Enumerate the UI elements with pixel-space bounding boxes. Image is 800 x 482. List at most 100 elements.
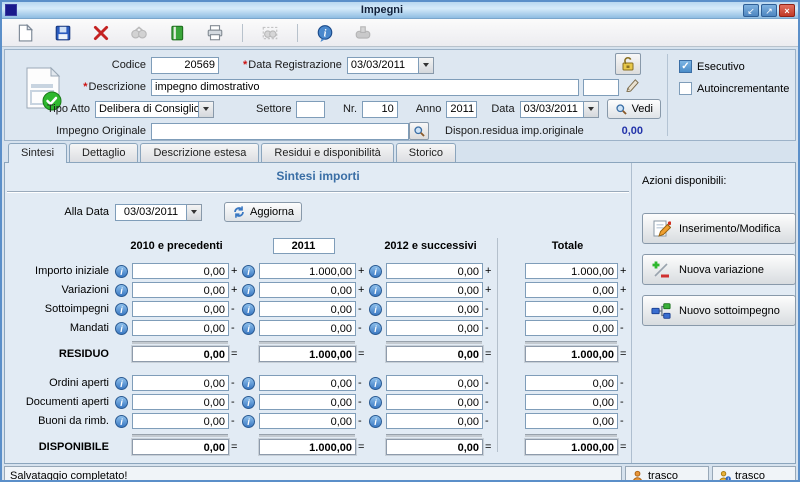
amount-field[interactable]: 1.000,00	[525, 263, 618, 279]
delete-icon[interactable]	[90, 22, 112, 44]
amount-field[interactable]: 1.000,00	[525, 346, 618, 362]
settore-input[interactable]	[296, 101, 324, 118]
descrizione-input[interactable]: impegno dimostrativo	[151, 79, 579, 96]
info-icon[interactable]: i	[369, 284, 382, 297]
amount-field[interactable]: 0,00	[132, 301, 229, 317]
inserimento-modifica-button[interactable]: Inserimento/Modifica	[642, 213, 796, 244]
tipo-atto-dropdown-icon[interactable]	[199, 101, 214, 118]
info-icon[interactable]: i	[242, 303, 255, 316]
aggiorna-button[interactable]: Aggiorna	[224, 202, 302, 222]
save-icon[interactable]	[52, 22, 74, 44]
esecutivo-checkbox[interactable]: Esecutivo	[679, 60, 789, 73]
dictionary-icon[interactable]	[625, 77, 640, 97]
amount-field[interactable]: 0,00	[132, 346, 229, 362]
info-icon[interactable]: i	[242, 415, 255, 428]
minimize-button[interactable]: ↙	[743, 4, 759, 17]
amount-field[interactable]: 0,00	[132, 375, 229, 391]
search-icon[interactable]	[128, 22, 150, 44]
amount-field[interactable]: 0,00	[386, 394, 483, 410]
impegno-search-icon[interactable]	[409, 122, 429, 140]
archive-icon[interactable]	[166, 22, 188, 44]
info-icon[interactable]: i	[369, 322, 382, 335]
info-icon[interactable]: i	[115, 322, 128, 335]
tab-descrizione-estesa[interactable]: Descrizione estesa	[140, 143, 259, 162]
amount-field[interactable]: 0,00	[259, 301, 356, 317]
amount-field[interactable]: 1.000,00	[259, 346, 356, 362]
amount-field[interactable]: 0,00	[259, 413, 356, 429]
tab-residui-e-disponibilit-[interactable]: Residui e disponibilità	[261, 143, 393, 162]
amount-field[interactable]: 0,00	[386, 346, 483, 362]
info-icon[interactable]: i	[115, 265, 128, 278]
amount-field[interactable]: 0,00	[386, 282, 483, 298]
tab-sintesi[interactable]: Sintesi	[8, 143, 67, 163]
amount-field[interactable]: 0,00	[259, 394, 356, 410]
amount-field[interactable]: 0,00	[525, 301, 618, 317]
amount-field[interactable]: 1.000,00	[259, 439, 356, 455]
select-search-icon[interactable]	[259, 22, 281, 44]
info-icon[interactable]: i	[314, 22, 336, 44]
info-icon[interactable]: i	[369, 415, 382, 428]
info-icon[interactable]: i	[115, 284, 128, 297]
vedi-button[interactable]: Vedi	[607, 99, 661, 119]
lock-button[interactable]	[615, 53, 641, 75]
amount-field[interactable]: 0,00	[386, 263, 483, 279]
amount-field[interactable]: 0,00	[132, 263, 229, 279]
info-icon[interactable]: i	[242, 396, 255, 409]
checkbox-icon[interactable]	[679, 60, 692, 73]
amount-field[interactable]: 0,00	[386, 413, 483, 429]
descrizione-extra-input[interactable]	[583, 79, 619, 96]
amount-field[interactable]: 1.000,00	[525, 439, 618, 455]
nuova-variazione-button[interactable]: Nuova variazione	[642, 254, 796, 285]
data-registrazione-input[interactable]: 03/03/2011	[347, 57, 419, 74]
amount-field[interactable]: 0,00	[386, 439, 483, 455]
anno-input[interactable]: 2011	[446, 101, 477, 118]
nr-input[interactable]: 10	[362, 101, 398, 118]
tab-dettaglio[interactable]: Dettaglio	[69, 143, 138, 162]
data-atto-input[interactable]: 03/03/2011	[520, 101, 584, 118]
info-icon[interactable]: i	[369, 377, 382, 390]
impegno-originale-input[interactable]	[151, 123, 409, 140]
print-icon[interactable]	[204, 22, 226, 44]
amount-field[interactable]: 0,00	[259, 375, 356, 391]
amount-field[interactable]: 0,00	[525, 413, 618, 429]
amount-field[interactable]: 0,00	[259, 282, 356, 298]
info-icon[interactable]: i	[115, 303, 128, 316]
info-icon[interactable]: i	[115, 377, 128, 390]
amount-field[interactable]: 0,00	[259, 320, 356, 336]
amount-field[interactable]: 0,00	[132, 413, 229, 429]
amount-field[interactable]: 0,00	[525, 282, 618, 298]
amount-field[interactable]: 0,00	[132, 439, 229, 455]
maximize-button[interactable]: ↗	[761, 4, 777, 17]
data-registrazione-dropdown-icon[interactable]	[419, 57, 434, 74]
info-icon[interactable]: i	[369, 265, 382, 278]
amount-field[interactable]: 0,00	[386, 320, 483, 336]
amount-field[interactable]: 0,00	[132, 394, 229, 410]
codice-input[interactable]: 20569	[151, 57, 219, 74]
amount-field[interactable]: 0,00	[132, 282, 229, 298]
close-button[interactable]: ×	[779, 4, 795, 17]
info-icon[interactable]: i	[115, 415, 128, 428]
autoincrementante-checkbox[interactable]: Autoincrementante	[679, 82, 789, 95]
tools-icon[interactable]	[352, 22, 374, 44]
data-atto-dropdown-icon[interactable]	[584, 101, 599, 118]
amount-field[interactable]: 0,00	[525, 320, 618, 336]
info-icon[interactable]: i	[369, 303, 382, 316]
nuovo-sottoimpegno-button[interactable]: Nuovo sottoimpegno	[642, 295, 796, 326]
checkbox-icon[interactable]	[679, 82, 692, 95]
alla-data-dropdown-icon[interactable]	[187, 204, 202, 221]
amount-field[interactable]: 0,00	[525, 375, 618, 391]
amount-field[interactable]: 0,00	[132, 320, 229, 336]
info-icon[interactable]: i	[242, 265, 255, 278]
amount-field[interactable]: 0,00	[525, 394, 618, 410]
tab-storico[interactable]: Storico	[396, 143, 456, 162]
info-icon[interactable]: i	[369, 396, 382, 409]
info-icon[interactable]: i	[242, 284, 255, 297]
info-icon[interactable]: i	[242, 377, 255, 390]
alla-data-input[interactable]: 03/03/2011	[115, 204, 187, 221]
new-document-icon[interactable]	[14, 22, 36, 44]
amount-field[interactable]: 1.000,00	[259, 263, 356, 279]
amount-field[interactable]: 0,00	[386, 301, 483, 317]
amount-field[interactable]: 0,00	[386, 375, 483, 391]
tipo-atto-select[interactable]: Delibera di Consiglio	[95, 101, 199, 118]
info-icon[interactable]: i	[115, 396, 128, 409]
